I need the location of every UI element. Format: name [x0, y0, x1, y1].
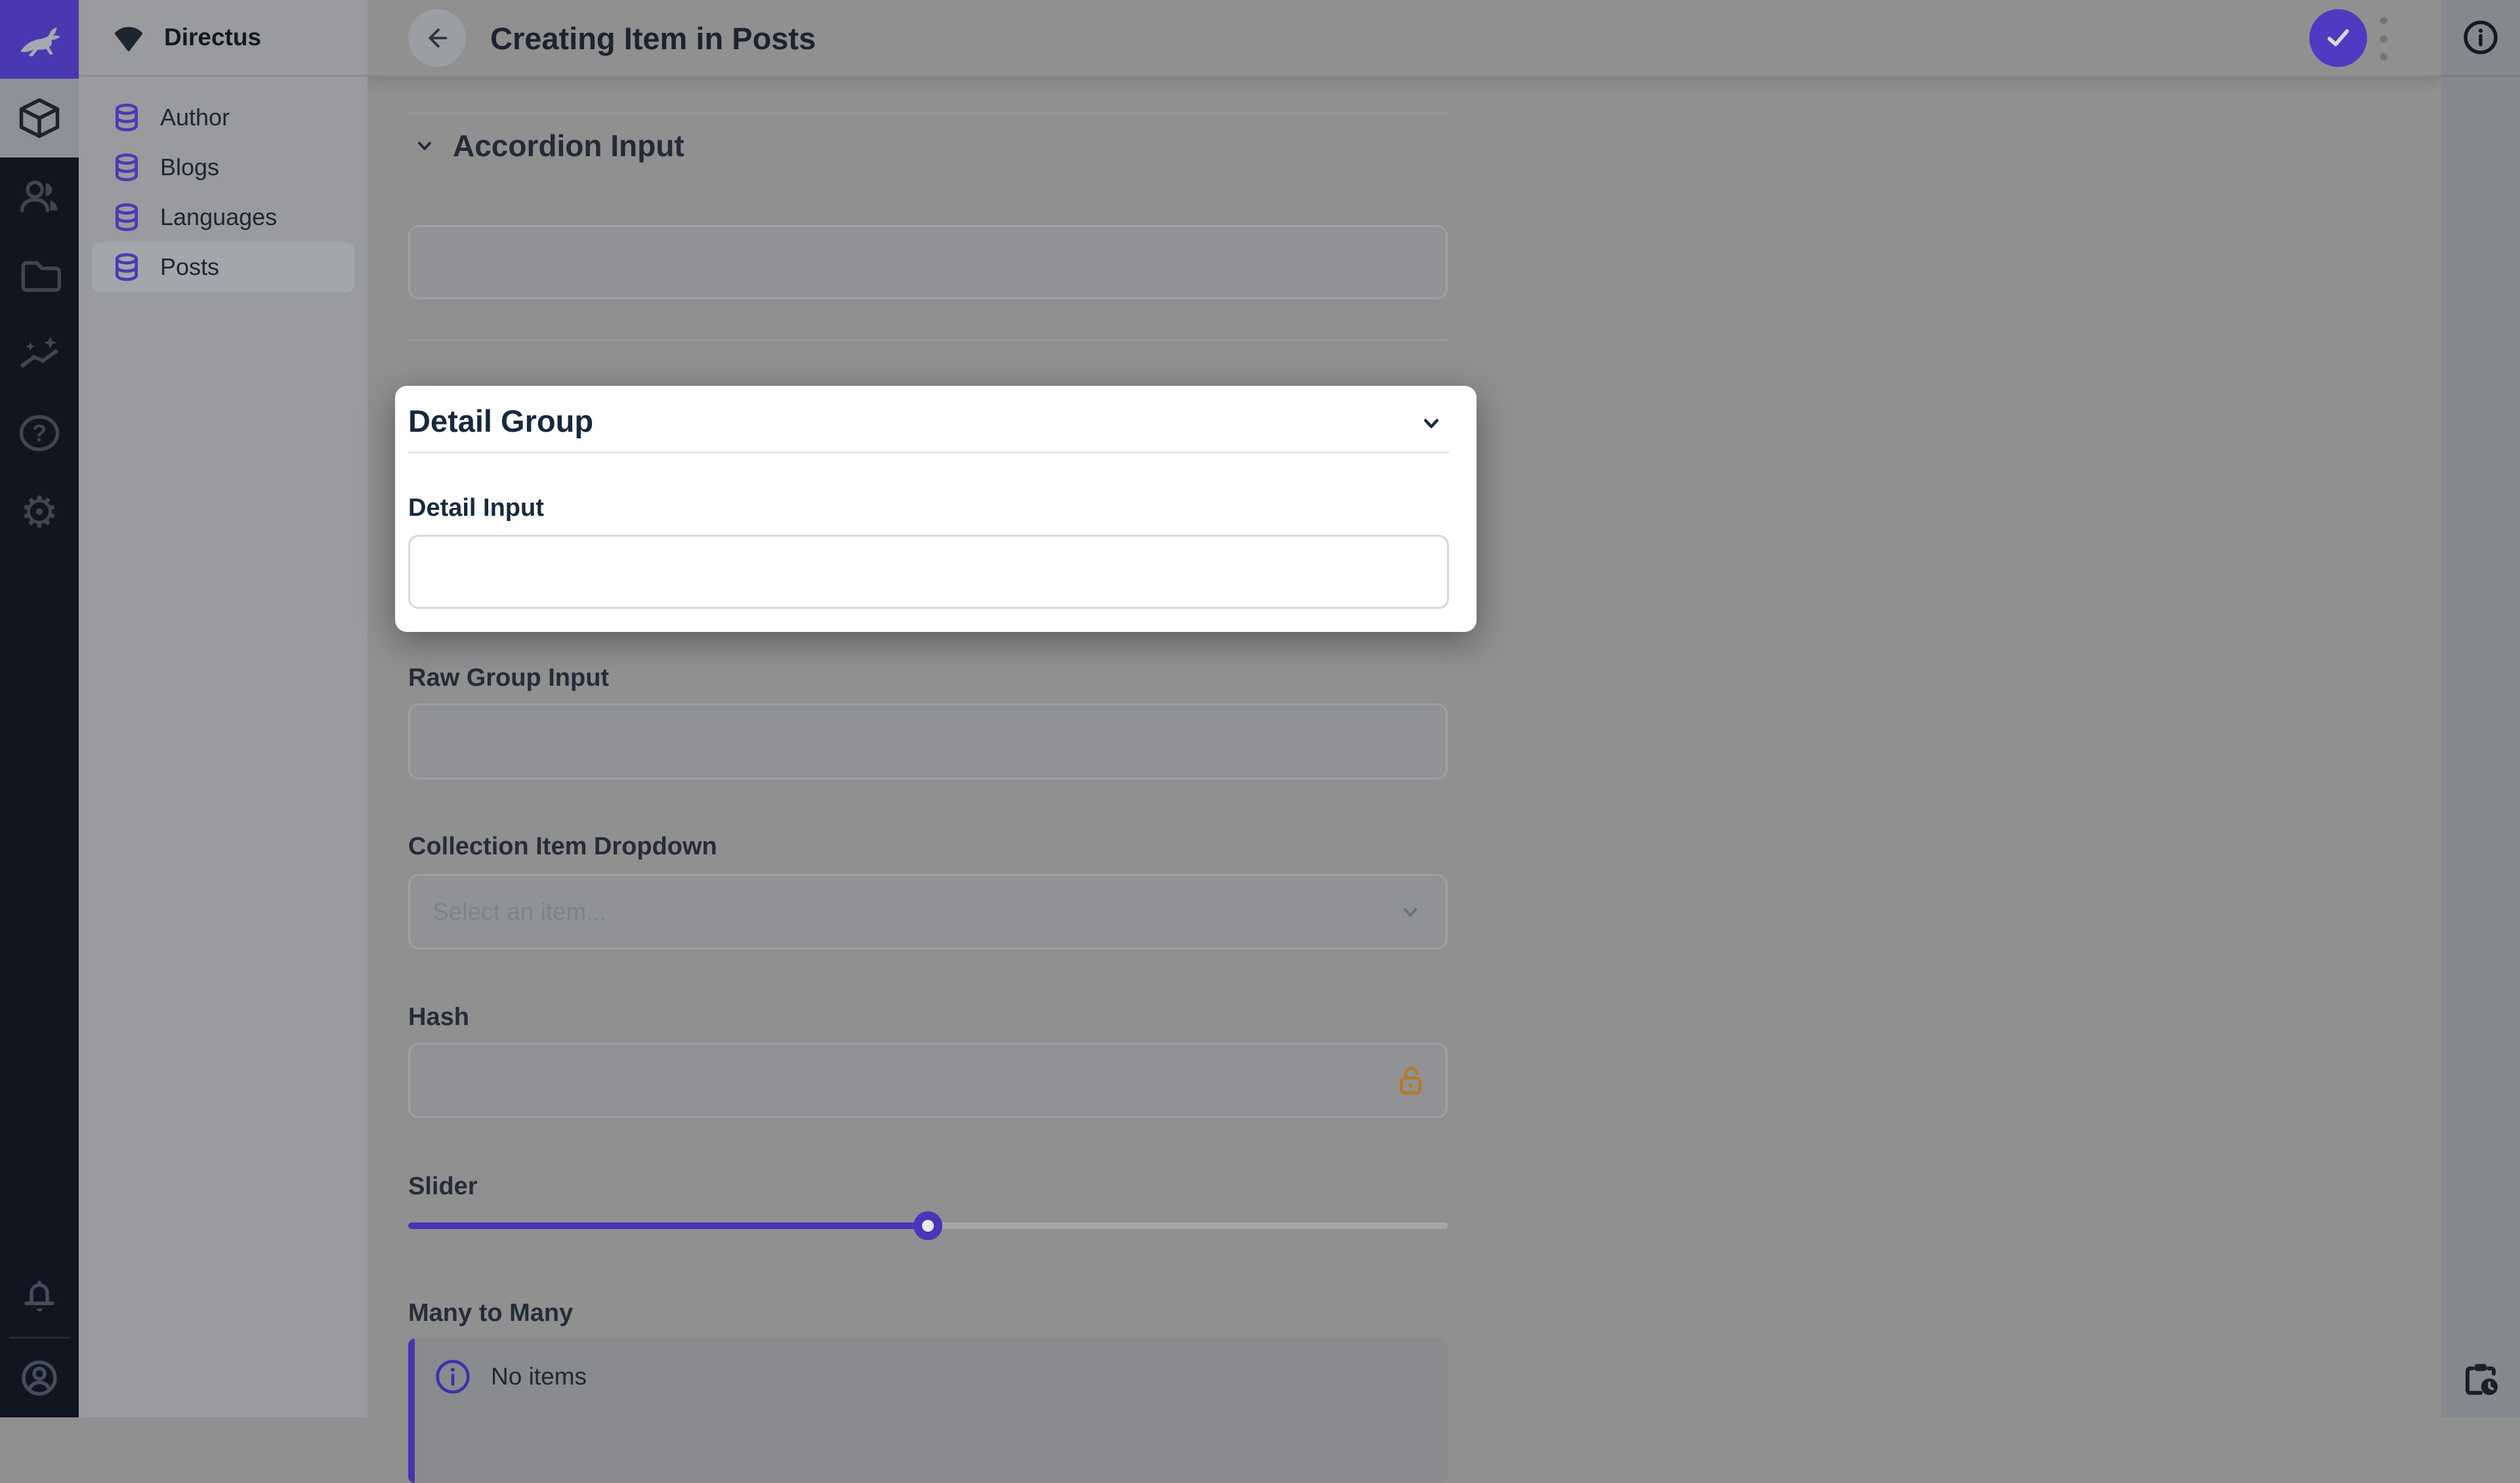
nav-item-label: Blogs: [160, 154, 220, 180]
database-icon: [116, 103, 138, 132]
nav-item-label: Author: [160, 104, 230, 131]
insights-icon: [20, 336, 58, 367]
many-to-many-empty-notice: No items: [408, 1339, 1448, 1483]
notifications-button[interactable]: [0, 1258, 79, 1337]
card-divider: [408, 451, 1449, 453]
info-circle-icon: [436, 1360, 470, 1394]
nav-item-posts[interactable]: Posts: [92, 242, 354, 292]
hash-field: [408, 1043, 1448, 1118]
module-files[interactable]: [0, 236, 79, 315]
slider-fill: [408, 1211, 942, 1240]
kebab-dot: [2380, 17, 2387, 24]
module-users[interactable]: [0, 157, 79, 236]
revisions-button[interactable]: [2441, 1339, 2520, 1417]
slider-handle[interactable]: [914, 1211, 942, 1240]
nav-item-blogs[interactable]: Blogs: [92, 142, 354, 192]
directus-logo[interactable]: [0, 0, 79, 79]
detail-input-field: [408, 535, 1449, 609]
dropdown-placeholder: Select an item...: [432, 898, 607, 925]
accordion-input-field: [408, 225, 1448, 299]
collection-item-dropdown-label: Collection Item Dropdown: [408, 833, 717, 860]
nav-sidebar: Directus Author Blogs Languages Posts: [79, 0, 368, 1417]
slider-control[interactable]: [408, 1211, 1448, 1240]
pending-actions-icon: [2466, 1364, 2498, 1395]
module-bar: ? ⚙: [0, 0, 79, 1417]
module-insights[interactable]: [0, 315, 79, 394]
module-content[interactable]: [0, 79, 79, 157]
hash-text-input[interactable]: [410, 1045, 1446, 1116]
raw-group-input-field: [408, 703, 1448, 780]
chevron-down-icon: [418, 142, 431, 150]
bell-icon: [24, 1280, 54, 1312]
more-options-button[interactable]: [2376, 17, 2391, 60]
chevron-down-icon[interactable]: [1418, 409, 1445, 437]
project-fan-icon: [115, 27, 142, 51]
info-icon: [2464, 20, 2498, 54]
accordion-text-input[interactable]: [410, 227, 1446, 297]
avatar-icon: [22, 1360, 57, 1396]
chevron-down-icon: [1403, 908, 1418, 917]
page-title: Creating Item in Posts: [490, 21, 816, 56]
detail-input-label: Detail Input: [408, 494, 544, 522]
gear-icon: ⚙: [20, 488, 59, 536]
user-menu-button[interactable]: [0, 1339, 79, 1417]
nav-item-author[interactable]: Author: [92, 93, 354, 142]
info-sidebar: [2441, 0, 2520, 1417]
database-icon: [116, 153, 138, 182]
svg-text:?: ?: [32, 420, 47, 446]
accordion-input-header[interactable]: Accordion Input: [412, 127, 684, 164]
check-icon: [2327, 29, 2349, 47]
section-divider: [408, 112, 1448, 114]
module-bar-bottom: [0, 1258, 79, 1417]
project-header[interactable]: Directus: [79, 0, 368, 77]
nav-item-label: Languages: [160, 203, 278, 230]
back-button[interactable]: [408, 9, 466, 67]
raw-group-input-label: Raw Group Input: [408, 664, 610, 692]
detail-group-title: Detail Group: [408, 404, 594, 438]
kebab-dot: [2380, 35, 2387, 43]
help-icon: ?: [19, 415, 60, 451]
hash-label: Hash: [408, 1003, 469, 1031]
rabbit-logo-icon: [20, 27, 60, 57]
many-to-many-label: Many to Many: [408, 1299, 574, 1327]
slider-label: Slider: [408, 1173, 478, 1200]
project-name: Directus: [164, 24, 262, 51]
module-help[interactable]: ?: [0, 394, 79, 472]
users-icon: [20, 180, 58, 213]
info-sidebar-toggle[interactable]: [2441, 0, 2520, 77]
arrow-left-icon: [429, 28, 448, 48]
database-icon: [116, 203, 138, 232]
box-icon: [19, 98, 60, 138]
nav-item-label: Posts: [160, 253, 220, 280]
detail-text-input[interactable]: [410, 537, 1447, 607]
folder-icon: [21, 261, 61, 292]
module-settings[interactable]: ⚙: [0, 472, 79, 551]
section-divider: [408, 339, 1448, 341]
collections-nav: Author Blogs Languages Posts: [79, 77, 368, 292]
page-header: Creating Item in Posts: [368, 0, 2441, 77]
collection-item-dropdown[interactable]: Select an item...: [408, 874, 1448, 950]
nav-item-languages[interactable]: Languages: [92, 192, 354, 242]
accordion-section-title: Accordion Input: [453, 129, 684, 163]
raw-group-text-input[interactable]: [410, 705, 1446, 778]
empty-items-text: No items: [491, 1363, 587, 1390]
lock-open-icon: [1395, 1064, 1427, 1097]
database-icon: [116, 253, 138, 282]
kebab-dot: [2380, 53, 2387, 60]
detail-group-card: Detail Group Detail Input: [395, 386, 1477, 632]
save-button[interactable]: [2309, 9, 2367, 67]
